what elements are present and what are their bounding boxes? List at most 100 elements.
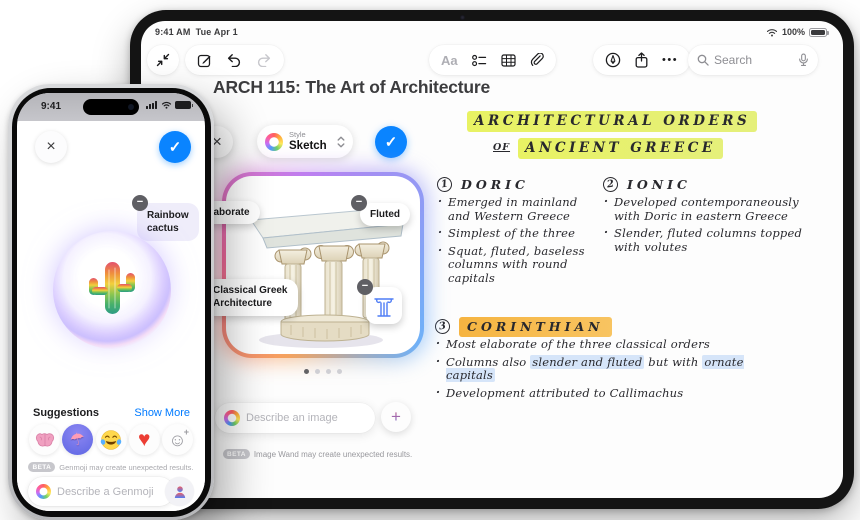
ionic-name: IONIC <box>627 177 691 192</box>
markup-icon[interactable] <box>605 52 621 68</box>
ipad-status-right: 100% <box>766 27 829 37</box>
beta-badge: BETA <box>223 449 250 459</box>
text-format-button[interactable]: Aa <box>441 53 458 68</box>
person-icon <box>174 485 185 498</box>
laughing-emoji[interactable] <box>95 424 127 455</box>
battery-percent: 100% <box>781 27 805 37</box>
doric-bullet: Simplest of the three <box>437 226 595 241</box>
notes-toolbar: Aa ••• <box>141 45 843 77</box>
genmoji-accept-button[interactable]: ✓ <box>159 131 191 163</box>
rainbow-cactus-genmoji <box>89 262 135 314</box>
notes-heading-line2: OF ANCIENT GREECE <box>493 138 723 159</box>
search-icon <box>697 54 709 66</box>
show-more-link[interactable]: Show More <box>134 407 190 419</box>
iphone-bezel: 9:41 × ✓ − Rainbow cactus Suggestions Sh… <box>11 87 211 517</box>
phone-status-time: 9:41 <box>41 101 62 112</box>
ionic-bullet: Slender, fluted columns topped with volu… <box>603 226 825 254</box>
genmoji-disclaimer: BETA Genmoji may create unexpected resul… <box>17 462 205 472</box>
describe-genmoji-field[interactable] <box>28 477 174 506</box>
corinthian-name: CORINTHIAN <box>459 317 612 337</box>
describe-genmoji-input[interactable] <box>57 485 166 498</box>
marketing-canvas: 9:41 AM Tue Apr 1 100% Aa ••• Search ARC… <box>0 0 860 520</box>
corinthian-bullet: Columns also slender and fluted but with… <box>435 354 787 383</box>
chevron-up-down-icon <box>337 135 345 149</box>
search-field[interactable] <box>688 45 818 75</box>
iphone-screen: 9:41 × ✓ − Rainbow cactus Suggestions Sh… <box>17 93 205 511</box>
collapse-pill <box>147 45 179 75</box>
table-icon[interactable] <box>501 53 516 67</box>
ionic-number: 2 <box>602 176 619 193</box>
ipad-camera <box>460 15 465 20</box>
sketch-reference-chip[interactable]: − <box>357 279 402 324</box>
brain-emoji[interactable] <box>29 424 60 455</box>
battery-icon <box>175 101 193 109</box>
heart-emoji[interactable]: ♥ <box>128 424 160 455</box>
mic-icon[interactable] <box>798 53 809 67</box>
corinthian-bullet: Most elaborate of the three classical or… <box>435 337 787 352</box>
describe-image-field[interactable] <box>215 403 375 433</box>
undo-icon[interactable] <box>226 53 242 67</box>
cellular-signal-icon <box>146 101 157 109</box>
wifi-icon <box>161 101 171 109</box>
compose-icon[interactable] <box>197 53 212 68</box>
add-emoji-icon[interactable]: ☺ + <box>162 424 193 455</box>
battery-icon <box>809 27 829 37</box>
ipad-device: 9:41 AM Tue Apr 1 100% Aa ••• Search ARC… <box>130 10 854 509</box>
umbrella-genmoji[interactable]: ☂ <box>62 424 94 455</box>
notes-section-ionic: 2 IONIC Developed contemporaneously with… <box>602 176 825 258</box>
suggestion-chip-fluted[interactable]: − Fluted <box>351 195 410 226</box>
ipad-status-bar: 9:41 AM Tue Apr 1 <box>155 27 238 37</box>
add-image-prompt-button[interactable]: + <box>381 402 411 432</box>
genmoji-close-button[interactable]: × <box>35 131 67 163</box>
style-picker[interactable]: Style Sketch <box>257 125 353 158</box>
doric-bullet: Emerged in mainland and Western Greece <box>437 195 595 223</box>
style-value: Sketch <box>289 139 327 152</box>
share-icon[interactable] <box>635 52 648 68</box>
image-playground-icon <box>265 132 283 151</box>
corinthian-bullet: Development attributed to Callimachus <box>435 386 787 401</box>
remove-chip-icon[interactable]: − <box>351 195 367 211</box>
column-sketch-thumbnail <box>374 297 394 317</box>
ipad-status-date: Tue Apr 1 <box>195 27 238 37</box>
collapse-icon[interactable] <box>156 53 170 67</box>
genmoji-icon <box>36 484 51 499</box>
generated-image-card[interactable] <box>222 172 424 358</box>
redo-icon[interactable] <box>256 53 272 67</box>
corinthian-number: 3 <box>434 318 451 335</box>
beta-badge: BETA <box>28 462 56 472</box>
person-genmoji-button[interactable] <box>165 477 194 506</box>
format-pill: Aa <box>429 45 556 75</box>
doric-number: 1 <box>436 176 453 193</box>
note-title: ARCH 115: The Art of Architecture <box>213 77 491 97</box>
genmoji-preview-bubble <box>53 231 171 349</box>
notes-section-doric: 1 DORIC Emerged in mainland and Western … <box>436 176 595 289</box>
ipad-status-time: 9:41 AM <box>155 27 191 37</box>
style-label: Style <box>289 130 306 139</box>
checklist-icon[interactable] <box>471 54 487 67</box>
edit-pill <box>185 45 284 75</box>
ionic-bullet: Developed contemporaneously with Doric i… <box>603 195 825 223</box>
attachment-icon[interactable] <box>530 52 544 68</box>
more-button[interactable]: ••• <box>662 54 678 66</box>
suggestion-chip-classical-greek[interactable]: Classical Greek Architecture <box>203 279 298 316</box>
describe-image-input[interactable] <box>246 412 366 424</box>
notes-heading-line1: ARCHITECTURAL ORDERS <box>467 111 758 132</box>
search-input[interactable] <box>714 53 793 67</box>
notes-section-corinthian: 3 CORINTHIAN Most elaborate of the three… <box>434 317 787 404</box>
iphone-device: 9:41 × ✓ − Rainbow cactus Suggestions Sh… <box>8 84 214 520</box>
emoji-suggestions-row: ☂ ♥ ☺ + <box>17 424 205 455</box>
image-wand-icon <box>224 410 240 426</box>
image-wand-disclaimer: BETA Image Wand may create unexpected re… <box>223 449 412 459</box>
image-wand-accept-button[interactable]: ✓ <box>375 126 407 158</box>
genmoji-prompt-chip[interactable]: − Rainbow cactus <box>132 195 199 241</box>
remove-chip-icon[interactable]: − <box>132 195 148 211</box>
suggestions-title: Suggestions <box>33 407 100 419</box>
wifi-icon <box>766 28 778 37</box>
doric-bullet: Squat, fluted, baseless columns with rou… <box>437 244 595 286</box>
actions-pill: ••• <box>593 45 691 75</box>
remove-chip-icon[interactable]: − <box>357 279 373 295</box>
doric-name: DORIC <box>461 177 529 192</box>
ipad-screen: 9:41 AM Tue Apr 1 100% Aa ••• Search ARC… <box>141 21 843 498</box>
image-pagination-dots[interactable] <box>222 361 424 379</box>
dynamic-island <box>83 99 139 115</box>
